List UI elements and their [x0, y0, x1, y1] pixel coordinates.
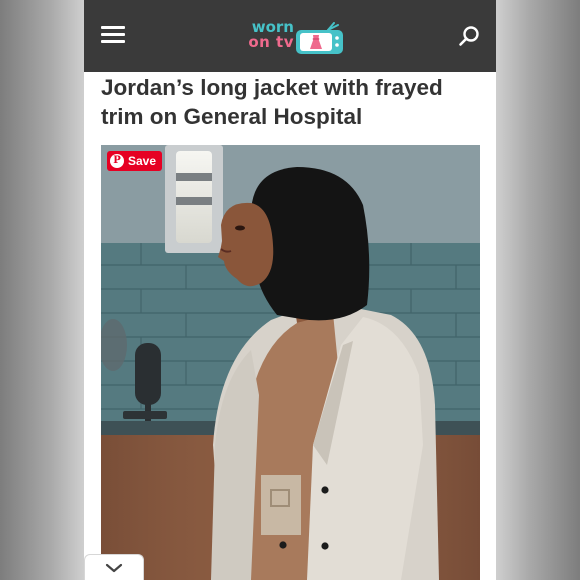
pinterest-save-button[interactable]: P Save [107, 151, 163, 171]
site-logo[interactable]: worn on tv [236, 14, 348, 56]
logo-word-on-tv: on tv [248, 33, 294, 51]
search-icon[interactable] [458, 25, 480, 47]
mobile-page: worn on tv Jordan’s long jacket with fra… [84, 0, 496, 580]
site-header: worn on tv [84, 0, 496, 72]
article-photo[interactable]: P Save [101, 145, 480, 580]
background-left [0, 0, 84, 580]
tv-dress-icon [296, 22, 343, 54]
logo-text: worn on tv [236, 20, 294, 50]
chevron-down-icon [105, 563, 123, 573]
background-right [496, 0, 580, 580]
expand-tab[interactable] [84, 554, 144, 580]
article-title: Jordan’s long jacket with frayed trim on… [101, 75, 443, 129]
pinterest-icon: P [110, 154, 124, 168]
photo-scene [101, 145, 480, 580]
save-label: Save [128, 154, 157, 168]
hamburger-icon[interactable] [101, 26, 125, 44]
